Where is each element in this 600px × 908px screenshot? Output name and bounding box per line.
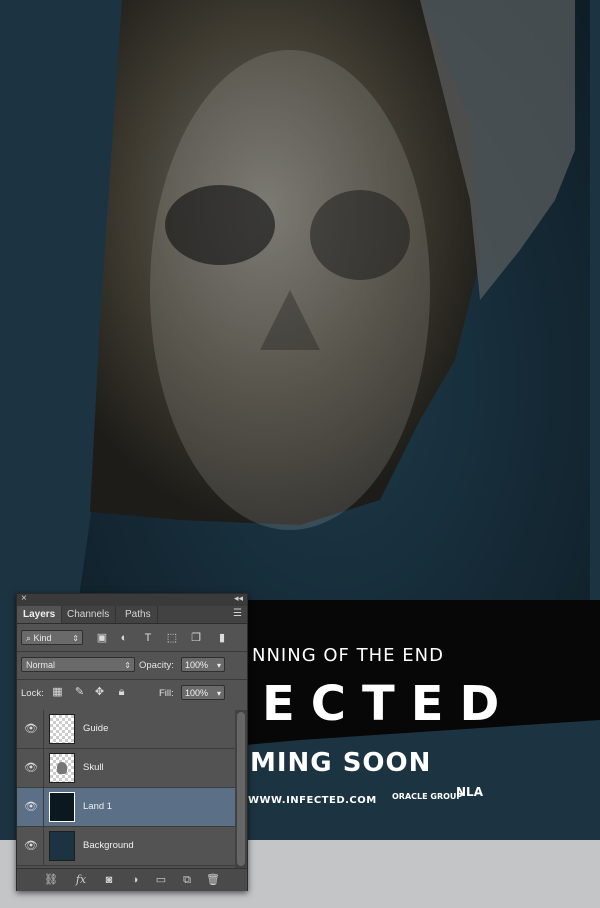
eye-icon[interactable]: 👁︎ — [23, 761, 39, 775]
filter-kind-select[interactable]: ⌕ Kind ⇕ — [21, 630, 83, 645]
layers-list: 👁︎ Guide 👁︎ Skull 👁︎ Land 1 👁︎ Backgroun… — [17, 710, 235, 868]
lock-brush-icon[interactable]: ✎ — [73, 686, 86, 699]
layer-thumbnail — [49, 714, 75, 744]
tab-layers[interactable]: Layers — [17, 606, 63, 623]
filter-row: ⌕ Kind ⇕ ▣ ◐ T ⬚ ❐ ▮ — [17, 628, 247, 648]
blend-mode-label: Normal — [26, 660, 56, 670]
chevron-down-icon[interactable]: ▾ — [217, 658, 221, 673]
divider — [17, 651, 247, 652]
layer-row-background[interactable]: 👁︎ Background — [17, 827, 235, 866]
filter-smart-object-icon[interactable]: ❐ — [189, 631, 203, 645]
opacity-field[interactable]: 100% ▾ — [181, 657, 225, 672]
filter-shape-icon[interactable]: ⬚ — [165, 631, 179, 645]
layer-row-land-1[interactable]: 👁︎ Land 1 — [17, 788, 235, 827]
filter-adjustment-icon[interactable]: ◐ — [117, 631, 131, 645]
divider — [17, 679, 247, 680]
divider — [43, 710, 44, 748]
lock-transparency-icon[interactable]: ▦ — [51, 686, 64, 699]
fill-value: 100% — [185, 688, 209, 698]
chevron-down-icon[interactable]: ▾ — [217, 686, 221, 701]
chevron-updown-icon: ⇕ — [72, 634, 79, 643]
panel-footer: ⛓︎ fx ◙ ◑ ▭ ⧉ 🗑︎ — [17, 868, 247, 891]
nla-logo: NLA — [456, 785, 483, 799]
lock-position-icon[interactable]: ✥ — [93, 686, 106, 699]
eye-icon[interactable]: 👁︎ — [23, 839, 39, 853]
blend-row: Normal ⇕ Opacity: 100% ▾ — [17, 655, 247, 675]
chevron-updown-icon: ⇕ — [124, 661, 131, 670]
filter-kind-label: Kind — [33, 633, 52, 643]
opacity-value: 100% — [185, 660, 209, 670]
layer-name: Skull — [83, 762, 104, 773]
layer-thumbnail — [49, 792, 75, 822]
panel-menu-icon[interactable]: ☰ — [233, 608, 242, 619]
fx-icon[interactable]: fx — [73, 872, 89, 888]
tab-paths[interactable]: Paths — [119, 606, 158, 623]
skull-eye-right — [310, 190, 410, 280]
layer-name: Land 1 — [83, 801, 113, 812]
divider — [43, 749, 44, 787]
blend-mode-select[interactable]: Normal ⇕ — [21, 657, 135, 672]
panel-titlebar[interactable]: × ◂◂ — [17, 593, 247, 606]
layer-thumbnail — [49, 831, 75, 861]
scrollbar-thumb[interactable] — [237, 712, 245, 866]
layers-scrollbar[interactable] — [235, 710, 247, 868]
oracle-group-logo: ORACLE GROUP — [392, 792, 463, 801]
poster-coming-soon: MING SOON — [250, 748, 432, 778]
opacity-label: Opacity: — [139, 660, 174, 671]
layers-panel: × ◂◂ Layers Channels Paths ☰ ⌕ Kind ⇕ ▣ … — [16, 593, 248, 891]
lock-all-icon[interactable]: 🔒︎ — [115, 686, 128, 699]
trash-icon[interactable]: 🗑︎ — [205, 872, 221, 888]
tab-channels[interactable]: Channels — [61, 606, 117, 623]
new-group-icon[interactable]: ▭ — [153, 872, 169, 888]
lock-row: Lock: ▦ ✎ ✥ 🔒︎ Fill: 100% ▾ — [17, 683, 247, 703]
filter-pixel-icon[interactable]: ▣ — [95, 631, 109, 645]
poster-website: WWW.INFECTED.COM — [248, 795, 377, 806]
layer-row-skull[interactable]: 👁︎ Skull — [17, 749, 235, 788]
divider — [43, 827, 44, 865]
filter-toggle-icon[interactable]: ▮ — [215, 631, 229, 645]
link-layers-icon[interactable]: ⛓︎ — [43, 872, 59, 888]
new-layer-icon[interactable]: ⧉ — [179, 872, 195, 888]
eye-icon[interactable]: 👁︎ — [23, 722, 39, 736]
layer-name: Guide — [83, 723, 109, 734]
poster-title: ECTED — [262, 676, 516, 732]
poster-tagline: NNING OF THE END — [252, 645, 444, 666]
fill-field[interactable]: 100% ▾ — [181, 685, 225, 700]
filter-type-icon[interactable]: T — [141, 631, 155, 645]
lock-label: Lock: — [21, 688, 44, 699]
collapse-icon[interactable]: ◂◂ — [234, 593, 243, 604]
add-mask-icon[interactable]: ◙ — [101, 872, 117, 888]
panel-tabs: Layers Channels Paths ☰ — [17, 606, 247, 624]
fill-label: Fill: — [159, 688, 174, 699]
search-icon: ⌕ — [26, 633, 34, 643]
close-icon[interactable]: × — [21, 593, 27, 604]
skull-eye-left — [165, 185, 275, 265]
layer-name: Background — [83, 840, 134, 851]
layer-thumbnail — [49, 753, 75, 783]
adjustment-layer-icon[interactable]: ◑ — [127, 872, 143, 888]
layer-row-guide[interactable]: 👁︎ Guide — [17, 710, 235, 749]
skull-thumbnail-icon — [57, 762, 67, 774]
eye-icon[interactable]: 👁︎ — [23, 800, 39, 814]
divider — [43, 788, 44, 826]
